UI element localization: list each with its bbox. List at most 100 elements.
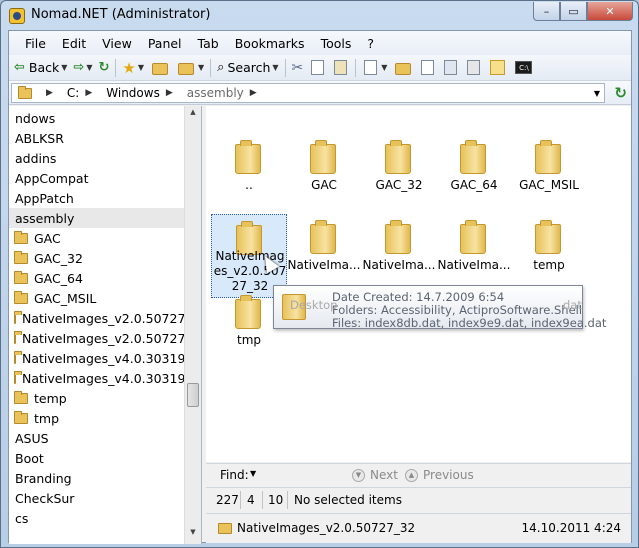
window-title: Nomad.NET (Administrator) bbox=[31, 7, 211, 22]
tree-item[interactable]: GAC_64 bbox=[9, 268, 185, 288]
notepad-icon bbox=[490, 60, 506, 75]
tree-item[interactable]: assembly bbox=[9, 208, 185, 228]
tile-label: NativeIma... bbox=[287, 258, 361, 272]
tree-item[interactable]: temp bbox=[9, 388, 185, 408]
goto-folder-button[interactable] bbox=[147, 57, 173, 79]
chevron-right-icon: ▶ bbox=[85, 88, 93, 98]
tree-item[interactable]: NativeImages_v4.0.30319_64 bbox=[9, 368, 201, 388]
tree-item[interactable]: ndows bbox=[9, 108, 185, 128]
open-folder-dropdown-icon[interactable]: ▼ bbox=[198, 63, 204, 72]
folder-icon bbox=[218, 523, 232, 534]
tree-item[interactable]: GAC_MSIL bbox=[9, 288, 185, 308]
tree-scrollbar[interactable]: ▲ ▼ bbox=[184, 106, 201, 544]
forward-button[interactable]: ⇨ ▼ bbox=[70, 57, 95, 79]
minimize-button[interactable]: – bbox=[533, 2, 560, 21]
back-button[interactable]: ⇦ Back ▼ bbox=[11, 57, 70, 79]
tree-item[interactable]: AppCompat bbox=[9, 168, 185, 188]
tree-item[interactable]: Boot bbox=[9, 448, 185, 468]
folder-tile[interactable]: NativeIma... bbox=[436, 214, 512, 292]
folder-icon bbox=[460, 220, 486, 254]
menu-edit[interactable]: Edit bbox=[54, 34, 94, 53]
back-dropdown-icon[interactable]: ▼ bbox=[61, 63, 67, 72]
open-folder-button[interactable]: ▼ bbox=[173, 57, 207, 79]
address-refresh-icon[interactable]: ↻ bbox=[614, 84, 627, 102]
tree-item-label: GAC_MSIL bbox=[34, 290, 97, 306]
path-bar: NativeImages_v2.0.50727_32 14.10.2011 4:… bbox=[206, 513, 631, 543]
breadcrumb-root[interactable]: ▶ bbox=[36, 88, 63, 98]
address-field[interactable]: ▶ C: ▶ Windows ▶ assembly ▶ ▼ bbox=[11, 83, 605, 103]
breadcrumb-label: Windows bbox=[106, 86, 160, 100]
tree-item[interactable]: CheckSur bbox=[9, 488, 185, 508]
tile-label: GAC_64 bbox=[450, 178, 498, 192]
tree-item[interactable]: NativeImages_v4.0.30319_32 bbox=[9, 348, 201, 368]
folder-icon bbox=[14, 290, 28, 304]
copy-button[interactable] bbox=[306, 57, 329, 79]
breadcrumb-assembly[interactable]: assembly ▶ bbox=[183, 86, 267, 100]
find-next-button[interactable]: ▼ Next bbox=[352, 468, 398, 482]
search-button[interactable]: ⌕ Search ▼ bbox=[214, 57, 281, 79]
menu-tab[interactable]: Tab bbox=[190, 34, 227, 53]
next-icon: ▼ bbox=[352, 468, 365, 482]
current-item-date: 14.10.2011 4:24 bbox=[521, 521, 621, 535]
tree-item[interactable]: cs bbox=[9, 508, 185, 528]
favorites-dropdown-icon[interactable]: ▼ bbox=[138, 63, 144, 72]
menu-panel[interactable]: Panel bbox=[140, 34, 190, 53]
scroll-up-icon[interactable]: ▲ bbox=[187, 108, 199, 122]
menu-help[interactable]: ? bbox=[359, 34, 382, 53]
find-previous-button[interactable]: ▲ Previous bbox=[405, 468, 474, 482]
menu-view[interactable]: View bbox=[94, 34, 140, 53]
folder-tile[interactable]: NativeIma... bbox=[286, 214, 362, 292]
properties-button[interactable] bbox=[462, 57, 485, 79]
folder-tile[interactable]: GAC_MSIL bbox=[511, 134, 587, 212]
tree-item[interactable]: ABLKSR bbox=[9, 128, 185, 148]
command-prompt-button[interactable]: C:\ bbox=[510, 57, 537, 79]
address-dropdown-icon[interactable]: ▼ bbox=[590, 84, 604, 102]
folder-tile[interactable]: GAC bbox=[286, 134, 362, 212]
new-file-button[interactable]: ▼ bbox=[359, 57, 390, 79]
forward-dropdown-icon[interactable]: ▼ bbox=[86, 63, 92, 72]
folder-icon bbox=[14, 230, 28, 244]
scroll-thumb[interactable] bbox=[187, 383, 199, 407]
refresh-button[interactable]: ↻ bbox=[95, 57, 112, 79]
folder-tile[interactable]: .. bbox=[211, 134, 287, 212]
folder-tile[interactable]: temp bbox=[511, 214, 587, 292]
copy-files-button[interactable] bbox=[416, 57, 439, 79]
cut-button[interactable]: ✂ bbox=[289, 57, 307, 79]
tree-item[interactable]: GAC bbox=[9, 228, 185, 248]
menu-bookmarks[interactable]: Bookmarks bbox=[227, 34, 313, 53]
tree-item[interactable]: NativeImages_v2.0.50727_64 bbox=[9, 328, 201, 348]
copy-icon bbox=[311, 60, 325, 75]
tree-item[interactable]: NativeImages_v2.0.50727_32 bbox=[9, 308, 201, 328]
scroll-down-icon[interactable]: ▼ bbox=[187, 528, 199, 542]
paste-button[interactable] bbox=[329, 57, 352, 79]
tile-label: GAC bbox=[311, 178, 337, 192]
move-button[interactable] bbox=[439, 57, 462, 79]
maximize-button[interactable]: ▭ bbox=[560, 2, 587, 21]
new-folder-button[interactable] bbox=[390, 57, 416, 79]
menu-tools[interactable]: Tools bbox=[313, 34, 360, 53]
folder-tile[interactable]: NativeIma... bbox=[361, 214, 437, 292]
search-dropdown-icon[interactable]: ▼ bbox=[272, 63, 278, 72]
tree-item[interactable]: addins bbox=[9, 148, 185, 168]
new-file-dropdown-icon[interactable]: ▼ bbox=[381, 63, 387, 72]
tree-item[interactable]: ASUS bbox=[9, 428, 185, 448]
notepad-button[interactable] bbox=[485, 57, 510, 79]
menu-file[interactable]: File bbox=[17, 34, 54, 53]
folder-tile[interactable]: GAC_32 bbox=[361, 134, 437, 212]
tree-item[interactable]: GAC_32 bbox=[9, 248, 185, 268]
tree-item[interactable]: AppPatch bbox=[9, 188, 185, 208]
tree-item[interactable]: tmp bbox=[9, 408, 185, 428]
folder-go-icon bbox=[152, 63, 168, 75]
breadcrumb-c-drive[interactable]: C: ▶ bbox=[63, 86, 102, 100]
folder-tile[interactable]: GAC_64 bbox=[436, 134, 512, 212]
find-dropdown-icon[interactable]: ▼ bbox=[250, 469, 256, 478]
breadcrumb-windows[interactable]: Windows ▶ bbox=[102, 86, 183, 100]
copy-files-icon bbox=[421, 60, 435, 75]
favorites-button[interactable]: ★ ▼ bbox=[119, 57, 147, 79]
close-button[interactable]: ✕ bbox=[587, 2, 633, 21]
folder-icon bbox=[14, 390, 28, 404]
search-label: Search bbox=[227, 60, 271, 75]
tree-item-label: NativeImages_v2.0.50727_32 bbox=[22, 310, 202, 326]
tree-item[interactable]: Branding bbox=[9, 468, 185, 488]
title-bar[interactable]: Nomad.NET (Administrator) – ▭ ✕ bbox=[1, 1, 638, 30]
